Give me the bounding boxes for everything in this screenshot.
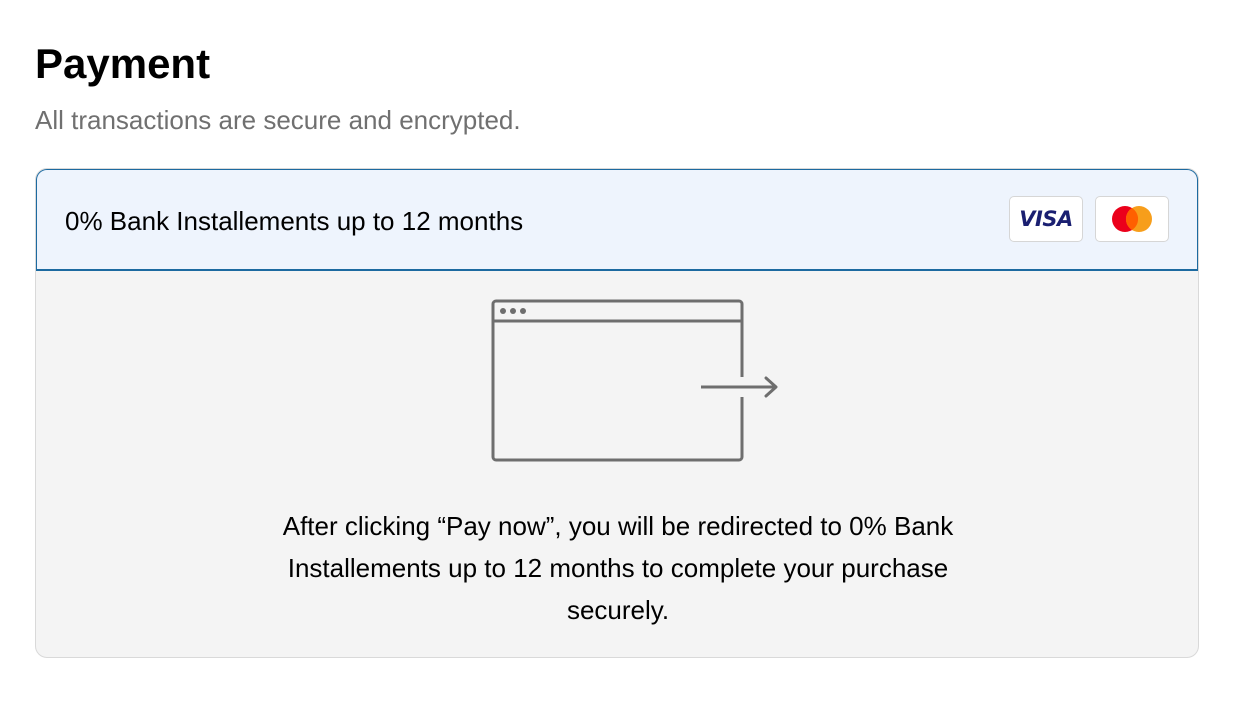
page-subtitle: All transactions are secure and encrypte… <box>35 105 521 135</box>
mastercard-logo <box>1095 196 1169 242</box>
visa-logo-text: VISA <box>1019 207 1073 231</box>
payment-method-box: 0% Bank Installements up to 12 months VI… <box>35 168 1199 658</box>
payment-page: Payment All transactions are secure and … <box>0 0 1247 716</box>
payment-option-label: 0% Bank Installements up to 12 months <box>65 206 524 236</box>
visa-logo: VISA <box>1009 196 1083 242</box>
payment-option-bank-installments[interactable]: 0% Bank Installements up to 12 months VI… <box>36 169 1198 271</box>
redirect-message: After clicking “Pay now”, you will be re… <box>282 511 954 625</box>
page-title: Payment <box>35 40 211 87</box>
mastercard-circles-icon <box>1112 206 1152 232</box>
browser-redirect-icon <box>491 299 791 474</box>
